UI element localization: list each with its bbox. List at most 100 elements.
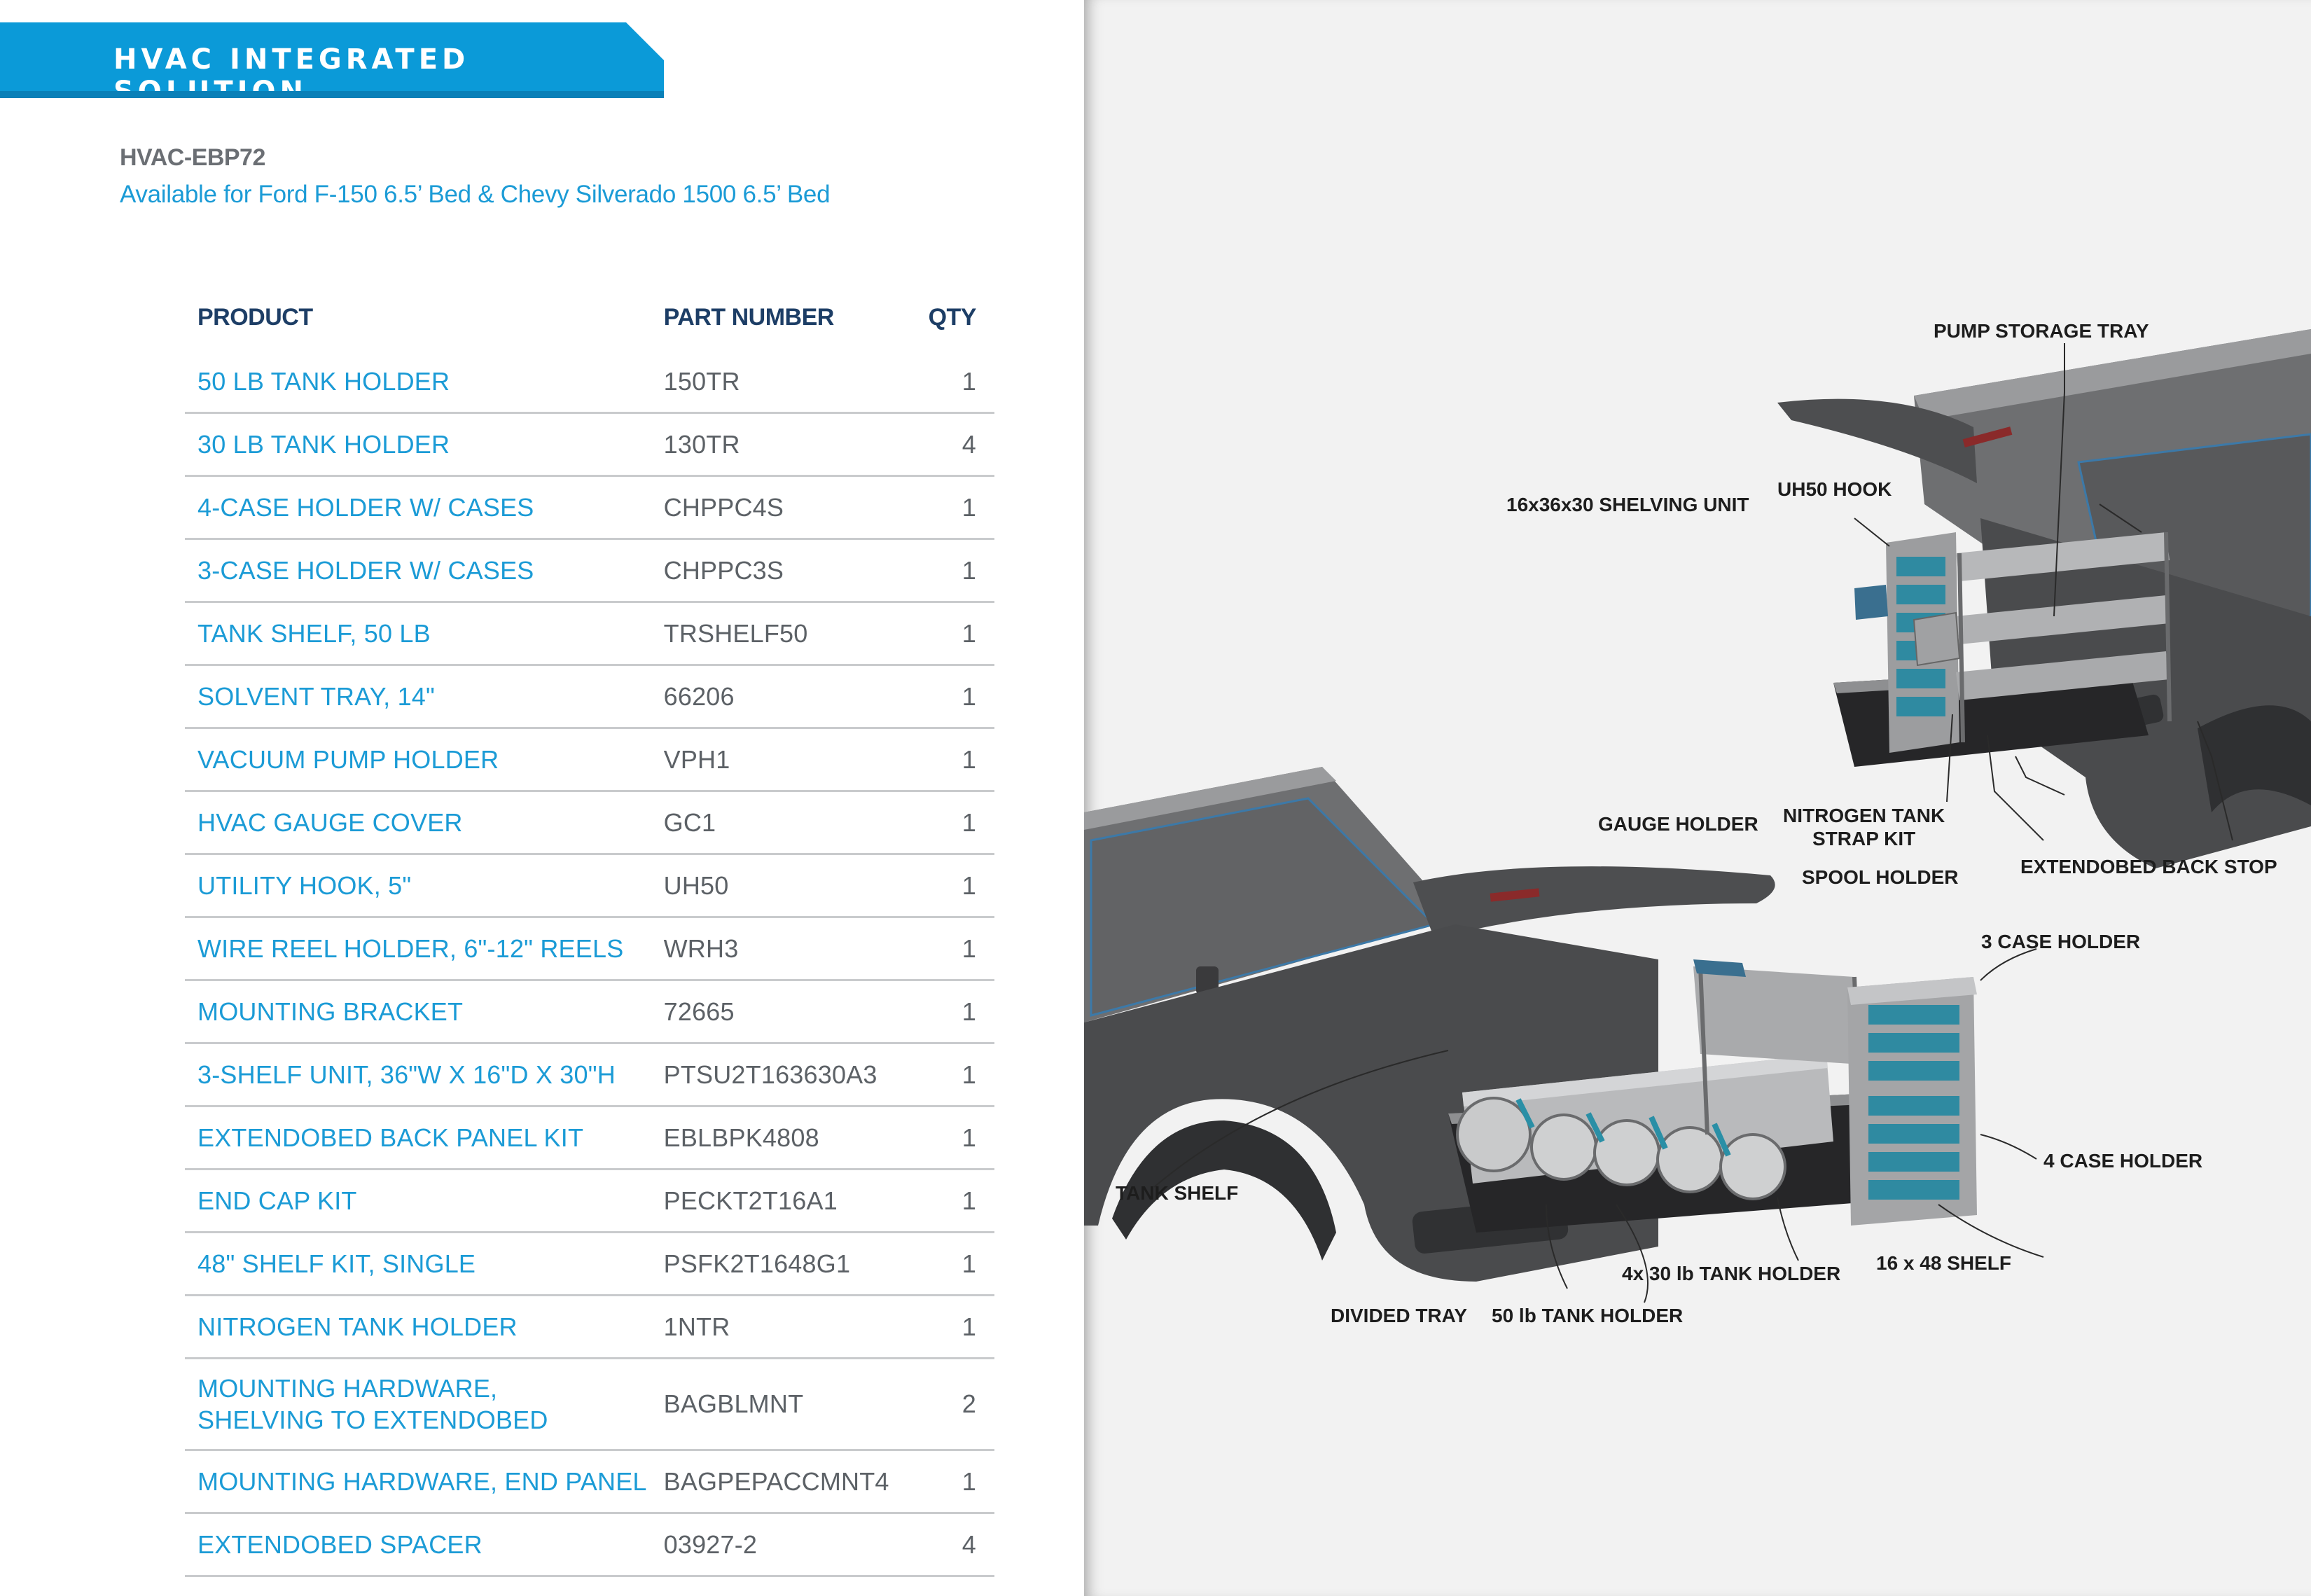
part-number: 66206 — [651, 665, 916, 729]
table-row: END CAP KIT PECKT2T16A1 1 — [185, 1169, 994, 1233]
product-name: 3-CASE HOLDER W/ CASES — [185, 539, 651, 603]
lower-tank-30lb — [1530, 1113, 1597, 1181]
table-row: UTILITY HOOK, 5" UH50 1 — [185, 854, 994, 918]
callout-divided-tray: DIVIDED TRAY — [1331, 1305, 1468, 1326]
lower-case — [1868, 1124, 1959, 1144]
part-number: GC1 — [651, 791, 916, 855]
lower-tank-50lb — [1456, 1097, 1532, 1172]
callout-shelving-unit: 16x36x30 SHELVING UNIT — [1506, 494, 1749, 515]
upper-case — [1896, 585, 1945, 604]
product-name: 4-CASE HOLDER W/ CASES — [185, 476, 651, 540]
quantity: 1 — [915, 980, 994, 1044]
callout-3-case-holder: 3 CASE HOLDER — [1981, 931, 2141, 952]
callout-16x48-shelf: 16 x 48 SHELF — [1876, 1252, 2011, 1274]
quantity: 1 — [915, 476, 994, 540]
callout-uh50-hook: UH50 HOOK — [1777, 478, 1892, 500]
table-row: 48" SHELF KIT, SINGLE PSFK2T1648G1 1 — [185, 1232, 994, 1296]
part-number: PECKT2T16A1 — [651, 1169, 916, 1233]
product-name: END CAP KIT — [185, 1169, 651, 1233]
product-name: MOUNTING HARDWARE, END PANEL — [185, 1450, 651, 1514]
product-name: NITROGEN TANK HOLDER — [185, 1295, 651, 1359]
quantity: 4 — [915, 1513, 994, 1577]
quantity: 4 — [915, 412, 994, 477]
column-header-qty: QTY — [928, 303, 977, 331]
quantity: 1 — [915, 1106, 994, 1170]
lower-case — [1868, 1061, 1959, 1081]
quantity: 2 — [915, 1358, 994, 1451]
table-row: TANK SHELF, 50 LB TRSHELF50 1 — [185, 602, 994, 666]
upper-case — [1896, 669, 1945, 688]
table-row: WIRE REEL HOLDER, 6"-12" REELS WRH3 1 — [185, 917, 994, 981]
product-name-line2: SHELVING TO EXTENDOBED — [197, 1406, 548, 1434]
lower-case — [1868, 1152, 1959, 1172]
product-name: WIRE REEL HOLDER, 6"-12" REELS — [185, 917, 651, 981]
part-number: UH50 — [651, 854, 916, 918]
column-header-part-number: PART NUMBER — [663, 303, 835, 331]
product-name: VACUUM PUMP HOLDER — [185, 728, 651, 792]
callout-tank-shelf: TANK SHELF — [1116, 1182, 1239, 1204]
quantity: 1 — [915, 728, 994, 792]
product-name: EXTENDOBED BACK PANEL KIT — [185, 1106, 651, 1170]
quantity: 1 — [915, 1295, 994, 1359]
lower-case — [1868, 1096, 1959, 1116]
banner-title: HVAC INTEGRATED SOLUTION — [113, 43, 470, 98]
quantity: 1 — [915, 1450, 994, 1514]
callout-nitrogen-strap: NITROGEN TANK STRAP KIT — [1783, 804, 1945, 850]
product-illustration-panel: PUMP STORAGE TRAY UH50 HOOK 16x36x30 SHE… — [1084, 0, 2311, 1596]
callout-extendobed-back-stop: EXTENDOBED BACK STOP — [2020, 856, 2277, 877]
table-header-row: PRODUCT PART NUMBER QTY — [185, 298, 994, 337]
availability-text: Available for Ford F-150 6.5’ Bed & Chev… — [120, 181, 831, 208]
model-number: HVAC-EBP72 — [120, 144, 265, 171]
product-name: 48" SHELF KIT, SINGLE — [185, 1232, 651, 1296]
column-header-product: PRODUCT — [197, 303, 313, 331]
table-row: SOLVENT TRAY, 14" 66206 1 — [185, 665, 994, 729]
part-number: 1NTR — [651, 1295, 916, 1359]
upper-case — [1896, 557, 1945, 576]
part-number: PSFK2T1648G1 — [651, 1232, 916, 1296]
callout-gauge-holder: GAUGE HOLDER — [1598, 813, 1758, 835]
product-name-line1: MOUNTING HARDWARE, — [197, 1374, 498, 1403]
table-row: MOUNTING HARDWARE, SHELVING TO EXTENDOBED… — [185, 1358, 994, 1451]
quantity: 1 — [915, 917, 994, 981]
quantity: 1 — [915, 1043, 994, 1107]
table-row: 4-CASE HOLDER W/ CASES CHPPC4S 1 — [185, 476, 994, 540]
lower-tank-30lb — [1719, 1133, 1786, 1200]
callout-spool-holder: SPOOL HOLDER — [1802, 866, 1959, 888]
part-number: CHPPC4S — [651, 476, 916, 540]
callout-4-case-holder: 4 CASE HOLDER — [2043, 1150, 2203, 1172]
part-number: TRSHELF50 — [651, 602, 916, 666]
upper-gauge-holder — [1913, 611, 1961, 667]
product-name: MOUNTING BRACKET — [185, 980, 651, 1044]
product-name: 50 LB TANK HOLDER — [185, 351, 651, 414]
part-number: 72665 — [651, 980, 916, 1044]
product-name: UTILITY HOOK, 5" — [185, 854, 651, 918]
part-number: 130TR — [651, 412, 916, 477]
table-row: VACUUM PUMP HOLDER VPH1 1 — [185, 728, 994, 792]
quantity: 1 — [915, 854, 994, 918]
lower-case — [1868, 1180, 1959, 1200]
quantity: 1 — [915, 791, 994, 855]
part-number: EBLBPK4808 — [651, 1106, 916, 1170]
part-number: BAGPEPACCMNT4 — [651, 1450, 916, 1514]
callout-pump-storage-tray: PUMP STORAGE TRAY — [1934, 320, 2149, 342]
table-row: MOUNTING HARDWARE, END PANEL BAGPEPACCMNT… — [185, 1450, 994, 1514]
upper-truck — [1777, 329, 2311, 868]
table-row: HVAC GAUGE COVER GC1 1 — [185, 791, 994, 855]
table-row: NITROGEN TANK HOLDER 1NTR 1 — [185, 1295, 994, 1359]
callout-nitrogen-strap-line2: STRAP KIT — [1812, 828, 1916, 849]
lower-tank-30lb — [1593, 1119, 1660, 1186]
lower-case — [1868, 1005, 1959, 1025]
callout-50lb-tank-holder: 50 lb TANK HOLDER — [1492, 1305, 1684, 1326]
quantity: 1 — [915, 539, 994, 603]
product-name: 3-SHELF UNIT, 36"W X 16"D X 30"H — [185, 1043, 651, 1107]
part-number: PTSU2T163630A3 — [651, 1043, 916, 1107]
part-number: BAGBLMNT — [651, 1358, 916, 1451]
upper-side-rack — [1854, 585, 1888, 620]
part-number: CHPPC3S — [651, 539, 916, 603]
product-name: HVAC GAUGE COVER — [185, 791, 651, 855]
truck-illustration — [1084, 329, 2311, 1303]
table-row: EXTENDOBED SPACER 03927-2 4 — [185, 1513, 994, 1577]
parts-table: PRODUCT PART NUMBER QTY 50 LB TANK HOLDE… — [185, 298, 994, 1577]
product-name: MOUNTING HARDWARE, SHELVING TO EXTENDOBED — [185, 1358, 651, 1451]
table-row: MOUNTING BRACKET 72665 1 — [185, 980, 994, 1044]
